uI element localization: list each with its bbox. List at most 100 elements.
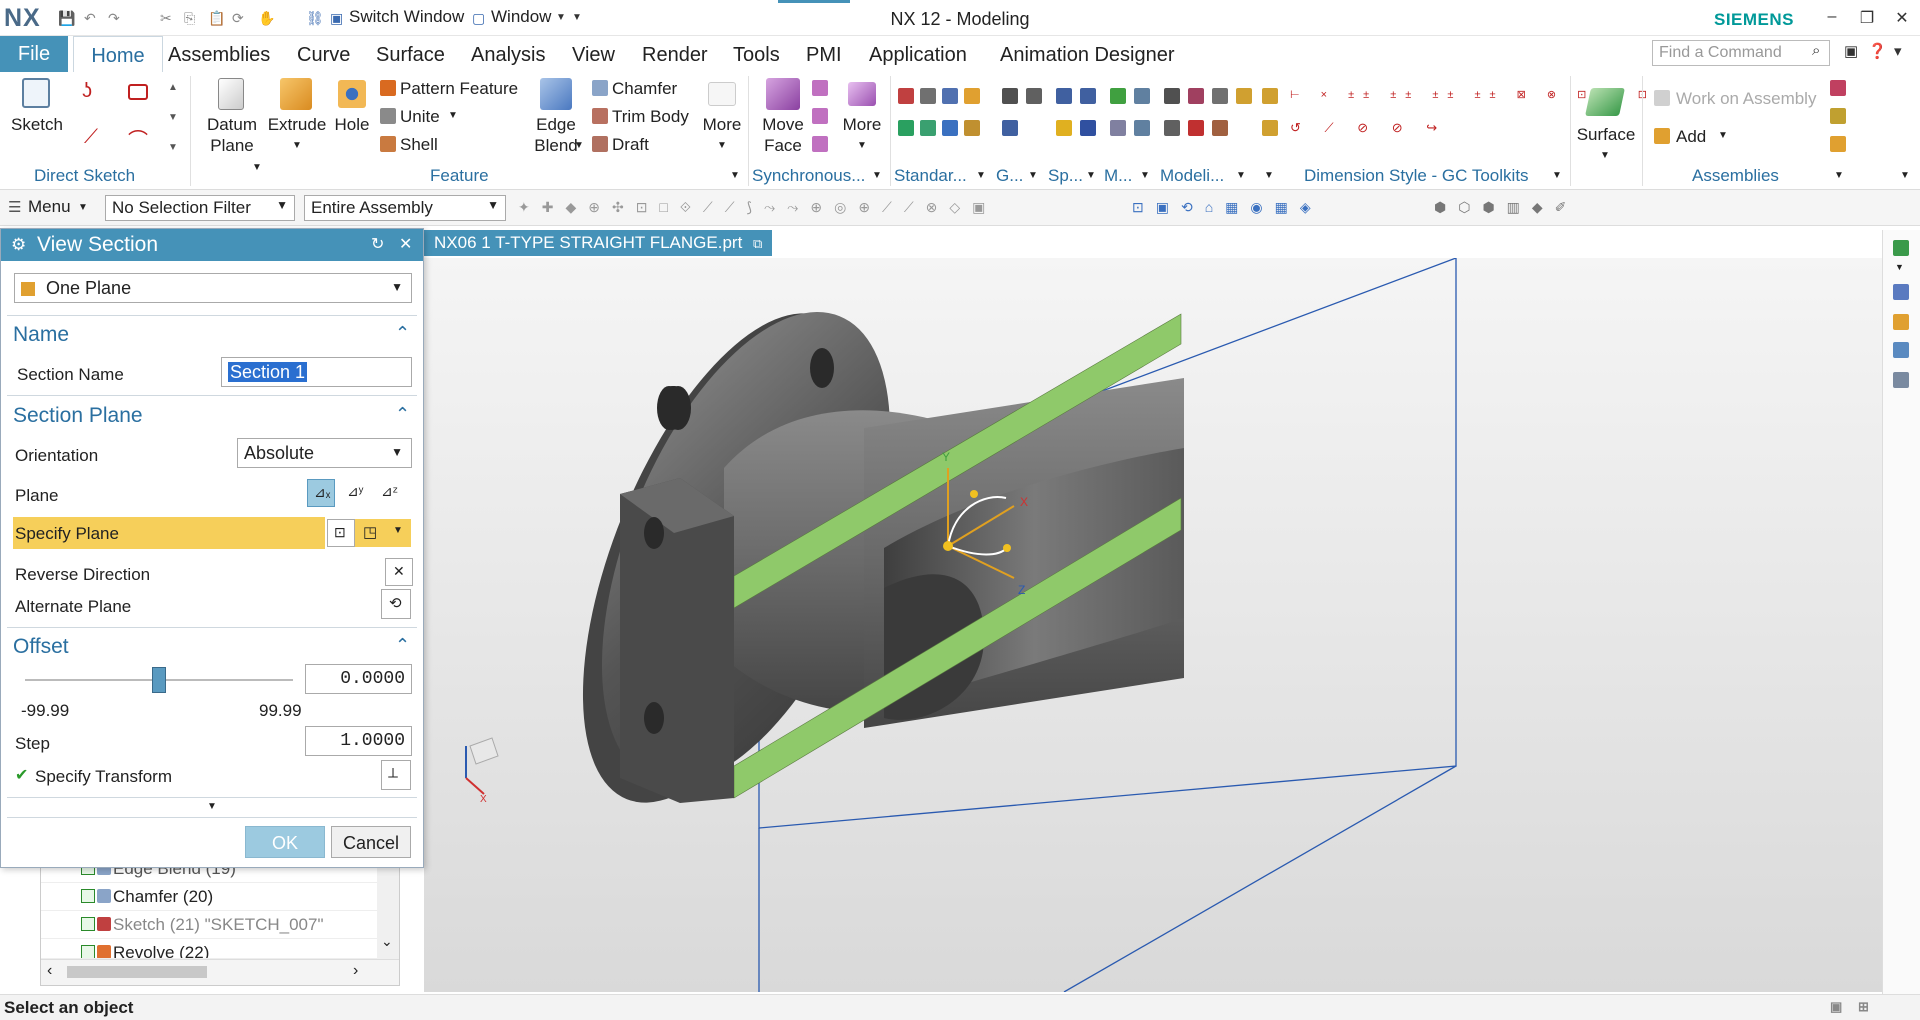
- datum-plane-button[interactable]: Datum Plane: [198, 114, 266, 156]
- more-feature-button[interactable]: More: [700, 114, 744, 135]
- offset-slider-thumb[interactable]: [152, 667, 166, 693]
- tab-home[interactable]: Home: [73, 36, 163, 72]
- section-plane-header[interactable]: Section Plane: [13, 404, 143, 428]
- more-feature-chevron-icon[interactable]: ▼: [717, 140, 727, 151]
- ribbon-options-icon[interactable]: ▣: [1844, 42, 1858, 60]
- ribbon-collapse-icon[interactable]: ▼: [1900, 170, 1910, 181]
- collapse-chevron-icon[interactable]: ⌃: [395, 404, 410, 425]
- surface-chevron-icon[interactable]: ▼: [1600, 150, 1610, 161]
- selection-filter-dropdown[interactable]: No Selection Filter ▼: [105, 195, 295, 221]
- work-on-assembly-button[interactable]: Work on Assembly: [1676, 88, 1816, 109]
- shell-button[interactable]: Shell: [400, 134, 438, 155]
- move-face-button[interactable]: Move Face: [752, 114, 814, 156]
- inferred-plane-dropdown[interactable]: ◳ ▼: [355, 519, 411, 547]
- tab-render[interactable]: Render: [642, 36, 708, 72]
- direct-sketch-group[interactable]: Direct Sketch: [34, 166, 135, 186]
- dim-style2-icon[interactable]: [1262, 120, 1278, 136]
- model-tool2-icon[interactable]: [1188, 88, 1204, 104]
- rectangle-icon[interactable]: [128, 84, 148, 100]
- snap-point-icons[interactable]: ✦✚◆⊕✣⊡□⟐⟋⟋⟆⤳⤳⊕◎⊕⟋⟋⊗◇▣: [518, 199, 997, 216]
- pipe-icon[interactable]: [898, 120, 914, 136]
- bolt-hole[interactable]: [665, 386, 691, 430]
- alternate-plane-button[interactable]: ⟲: [381, 589, 411, 619]
- assy-tool2-icon[interactable]: [1830, 108, 1846, 124]
- step-value-input[interactable]: 1.0000: [305, 726, 412, 756]
- tab-surface[interactable]: Surface: [376, 36, 445, 72]
- cancel-button[interactable]: Cancel: [331, 826, 411, 858]
- orientation-dropdown[interactable]: Absolute ▼: [237, 438, 412, 468]
- standard-chevron-icon[interactable]: ▼: [976, 170, 986, 181]
- gallery-up-icon[interactable]: ▲: [168, 82, 178, 93]
- plane-x-button[interactable]: ⊿ₓ: [307, 479, 335, 507]
- datum-plane-chevron-icon[interactable]: ▼: [252, 162, 262, 173]
- ok-button[interactable]: OK: [245, 826, 325, 858]
- offset-value-input[interactable]: 0.0000: [305, 664, 412, 694]
- document-tab[interactable]: NX06 1 T-TYPE STRAIGHT FLANGE.prt ⧉ ✕: [424, 230, 772, 278]
- search-icon[interactable]: ⌕: [1812, 42, 1820, 59]
- g-group[interactable]: G...: [996, 166, 1023, 186]
- collapse-chevron-icon[interactable]: ⌃: [395, 323, 410, 344]
- more-options-chevron-icon[interactable]: ▼: [207, 801, 217, 812]
- model-tool7-icon[interactable]: [1212, 120, 1228, 136]
- specify-transform-button[interactable]: ⟂: [381, 760, 411, 790]
- file-menu[interactable]: File: [0, 36, 68, 72]
- gear-icon[interactable]: ⚙: [11, 229, 26, 261]
- standard-group[interactable]: Standar...: [894, 166, 967, 186]
- model-tool3-icon[interactable]: [1212, 88, 1228, 104]
- g-tool-icon[interactable]: [1002, 88, 1018, 104]
- find-command-input[interactable]: Find a Command: [1652, 40, 1830, 66]
- tab-analysis[interactable]: Analysis: [471, 36, 545, 72]
- sketch-button[interactable]: Sketch: [8, 114, 66, 135]
- graphics-window[interactable]: Y X Z X: [424, 257, 1882, 993]
- view-tool-icons[interactable]: ⊡▣⟲⌂▦◉▦◈: [1132, 199, 1323, 216]
- gear-icon[interactable]: [942, 88, 958, 104]
- minimize-button[interactable]: –: [1820, 8, 1844, 26]
- line-icon[interactable]: ⟋: [84, 126, 98, 149]
- bearing-icon[interactable]: [964, 120, 980, 136]
- tab-curve[interactable]: Curve: [297, 36, 350, 72]
- section-name-input[interactable]: Section 1: [221, 357, 412, 387]
- model-tool4-icon[interactable]: [1236, 88, 1252, 104]
- dimension-style-group[interactable]: Dimension Style - GC Toolkits: [1304, 166, 1529, 186]
- tab-application[interactable]: Application: [869, 36, 967, 72]
- pattern-feature-button[interactable]: Pattern Feature: [400, 78, 518, 99]
- profile-icon[interactable]: ʖ: [82, 80, 92, 103]
- tab-animation-designer[interactable]: Animation Designer: [1000, 36, 1175, 72]
- plane-dialog-button[interactable]: ⊡: [327, 519, 355, 547]
- scroll-thumb[interactable]: [67, 966, 207, 978]
- surface-button[interactable]: Surface: [1576, 124, 1636, 145]
- chamfer-button[interactable]: Chamfer: [612, 78, 677, 99]
- edge-blend-chevron-icon[interactable]: ▼: [574, 140, 584, 151]
- sp-group[interactable]: Sp...: [1048, 166, 1083, 186]
- list-item[interactable]: Sketch (21) "SKETCH_007": [41, 911, 377, 939]
- menu-button[interactable]: Menu: [28, 197, 71, 217]
- extrude-chevron-icon[interactable]: ▼: [292, 140, 302, 151]
- dimension-style-chevron-icon[interactable]: ▼: [1552, 170, 1562, 181]
- gallery-down-icon[interactable]: ▼: [168, 112, 178, 123]
- arc-icon[interactable]: ⌒: [128, 124, 148, 153]
- weld-icon[interactable]: [920, 120, 936, 136]
- sp-tool2-icon[interactable]: [1080, 88, 1096, 104]
- fastener-icon[interactable]: [942, 120, 958, 136]
- m-chevron-icon[interactable]: ▼: [1140, 170, 1150, 181]
- more-sync-chevron-icon[interactable]: ▼: [857, 140, 867, 151]
- part-navigator[interactable]: Edge Blend (19) Chamfer (20) Sketch (21)…: [40, 859, 400, 986]
- reuse-library-icon[interactable]: [1893, 314, 1909, 330]
- bolt-icon[interactable]: [920, 88, 936, 104]
- checkbox[interactable]: [81, 917, 95, 931]
- tab-view[interactable]: View: [572, 36, 615, 72]
- reverse-direction-button[interactable]: ✕: [385, 558, 413, 586]
- scroll-right-icon[interactable]: ›: [353, 962, 358, 980]
- g-tool3-icon[interactable]: [1002, 120, 1018, 136]
- hole-button[interactable]: Hole: [330, 114, 374, 135]
- feature-group[interactable]: Feature: [430, 166, 489, 186]
- spring-icon[interactable]: [964, 88, 980, 104]
- tab-tools[interactable]: Tools: [733, 36, 780, 72]
- reset-icon[interactable]: ↻: [371, 229, 384, 261]
- m-tool2-icon[interactable]: [1134, 88, 1150, 104]
- unite-chevron-icon[interactable]: ▼: [448, 110, 458, 121]
- more-sync-button[interactable]: More: [840, 114, 884, 135]
- name-section-header[interactable]: Name: [13, 323, 69, 347]
- tolerance-format-icons[interactable]: ↺ ⟋ ⊘ ⊘ ↪: [1290, 120, 1447, 136]
- plane-z-button[interactable]: ⊿ᶻ: [375, 479, 403, 507]
